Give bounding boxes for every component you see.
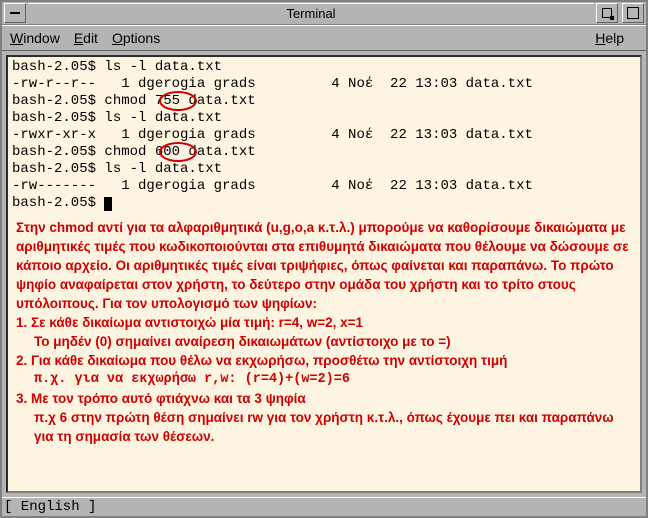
terminal-line: bash-2.05$: [12, 195, 636, 212]
terminal-window: Terminal Window Edit Options Help bash-2…: [0, 0, 648, 518]
annotation-item-1: 1. Σε κάθε δικαίωμα αντιστοιχώ μία τιμή:…: [16, 313, 634, 332]
annotation-item-3b: π.χ 6 στην πρώτη θέση σημαίνει rw για το…: [16, 408, 634, 446]
menubar: Window Edit Options Help: [2, 25, 646, 51]
menu-window[interactable]: Window: [10, 30, 60, 46]
annotation-item-3: 3. Με τον τρόπο αυτό φτιάχνω και τα 3 ψη…: [16, 389, 634, 408]
content-area: bash-2.05$ ls -l data.txt-rw-r--r-- 1 dg…: [6, 55, 642, 493]
minimize-button[interactable]: [596, 3, 618, 23]
window-title: Terminal: [28, 3, 594, 24]
terminal-output[interactable]: bash-2.05$ ls -l data.txt-rw-r--r-- 1 dg…: [8, 57, 640, 214]
terminal-line: bash-2.05$ ls -l data.txt: [12, 161, 636, 178]
maximize-button[interactable]: [622, 3, 644, 23]
annotation-item-1b: Το μηδέν (0) σημαίνει αναίρεση δικαιωμάτ…: [16, 332, 634, 351]
titlebar: Terminal: [2, 2, 646, 25]
annotation-paragraph: Στην chmod αντί για τα αλφαριθμητικά (u,…: [16, 218, 634, 313]
annotation-box: Στην chmod αντί για τα αλφαριθμητικά (u,…: [8, 214, 640, 452]
terminal-line: bash-2.05$ chmod 755 data.txt: [12, 93, 636, 110]
annotation-item-2: 2. Για κάθε δικαίωμα που θέλω να εκχωρήσ…: [16, 351, 634, 370]
terminal-line: -rwxr-xr-x 1 dgerogia grads 4 Νοέ 22 13:…: [12, 127, 636, 144]
cursor: [104, 197, 112, 211]
terminal-line: -rw-r--r-- 1 dgerogia grads 4 Νοέ 22 13:…: [12, 76, 636, 93]
terminal-line: -rw------- 1 dgerogia grads 4 Νοέ 22 13:…: [12, 178, 636, 195]
menu-edit[interactable]: Edit: [74, 30, 98, 46]
system-menu-button[interactable]: [4, 3, 26, 23]
terminal-line: bash-2.05$ ls -l data.txt: [12, 110, 636, 127]
status-text: [ English ]: [4, 499, 96, 515]
terminal-line: bash-2.05$ ls -l data.txt: [12, 59, 636, 76]
annotation-item-2b: π.χ. για να εκχωρήσω r,w: (r=4)+(w=2)=6: [16, 370, 634, 389]
terminal-line: bash-2.05$ chmod 600 data.txt: [12, 144, 636, 161]
menu-help[interactable]: Help: [595, 30, 624, 46]
status-bar: [ English ]: [2, 497, 646, 516]
menu-options[interactable]: Options: [112, 30, 160, 46]
